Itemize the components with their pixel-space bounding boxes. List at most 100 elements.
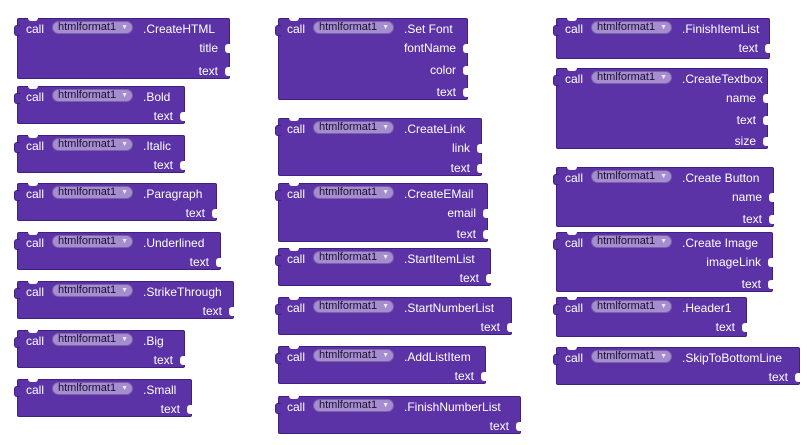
dropdown-arrow-icon: ▼ <box>121 238 129 245</box>
input-socket[interactable] <box>516 422 521 431</box>
param-row-text: text <box>279 83 468 101</box>
component-dropdown[interactable]: htmlformat1 ▼ <box>591 300 673 313</box>
input-socket[interactable] <box>229 307 234 316</box>
component-dropdown[interactable]: htmlformat1 ▼ <box>591 71 673 84</box>
input-socket[interactable] <box>463 88 468 97</box>
call-block-addlistitem[interactable]: call htmlformat1 ▼ .AddListItem text <box>275 346 486 384</box>
input-socket[interactable] <box>180 112 185 121</box>
input-socket[interactable] <box>765 44 770 53</box>
call-block-header1[interactable]: call htmlformat1 ▼ .Header1 text <box>553 297 747 337</box>
call-block-set-font[interactable]: call htmlformat1 ▼ .Set Font fontName color te… <box>275 18 468 101</box>
call-block-startitemlist[interactable]: call htmlformat1 ▼ .StartItemList text <box>275 248 491 286</box>
input-socket[interactable] <box>216 258 221 267</box>
component-dropdown[interactable]: htmlformat1 ▼ <box>313 251 395 264</box>
component-dropdown[interactable]: htmlformat1 ▼ <box>52 284 134 297</box>
input-socket[interactable] <box>180 161 185 170</box>
input-socket[interactable] <box>769 215 774 224</box>
param-label: text <box>189 255 209 269</box>
input-socket[interactable] <box>463 44 468 53</box>
component-dropdown[interactable]: htmlformat1 ▼ <box>52 235 134 248</box>
component-dropdown[interactable]: htmlformat1 ▼ <box>313 121 395 134</box>
input-socket[interactable] <box>180 356 185 365</box>
input-socket[interactable] <box>768 258 773 267</box>
input-socket[interactable] <box>477 144 482 153</box>
param-row-text: text <box>18 156 185 174</box>
component-dropdown[interactable]: htmlformat1 ▼ <box>52 186 134 199</box>
component-dropdown[interactable]: htmlformat1 ▼ <box>52 333 134 346</box>
call-block-createlink[interactable]: call htmlformat1 ▼ .CreateLink link text <box>275 118 482 177</box>
input-socket[interactable] <box>507 323 512 332</box>
block-header: call htmlformat1 ▼ .FinishNumberList <box>279 397 520 415</box>
block-header: call htmlformat1 ▼ .Paragraph <box>18 184 216 202</box>
block-header: call htmlformat1 ▼ .Italic <box>18 136 184 154</box>
input-socket[interactable] <box>795 373 800 382</box>
component-dropdown[interactable]: htmlformat1 ▼ <box>313 349 395 362</box>
component-name: htmlformat1 <box>319 186 378 198</box>
method-name: .StartItemList <box>404 252 475 266</box>
component-dropdown[interactable]: htmlformat1 ▼ <box>591 350 673 363</box>
method-name: .StrikeThrough <box>143 285 222 299</box>
input-socket[interactable] <box>481 372 486 381</box>
component-dropdown[interactable]: htmlformat1 ▼ <box>313 186 395 199</box>
call-block-finishitemlist[interactable]: call htmlformat1 ▼ .FinishItemList text <box>553 18 770 59</box>
call-keyword: call <box>26 90 45 104</box>
call-block-big[interactable]: call htmlformat1 ▼ .Big text <box>14 330 185 368</box>
dropdown-arrow-icon: ▼ <box>382 352 390 359</box>
param-row-text: text <box>557 111 768 129</box>
param-row-text: text <box>557 368 800 386</box>
component-name: htmlformat1 <box>597 21 656 33</box>
call-block-createtextbox[interactable]: call htmlformat1 ▼ .CreateTextbox name text si… <box>553 68 768 149</box>
component-dropdown[interactable]: htmlformat1 ▼ <box>591 235 673 248</box>
param-label: fontName <box>403 41 456 55</box>
dropdown-arrow-icon: ▼ <box>382 24 390 31</box>
call-block-create-image[interactable]: call htmlformat1 ▼ .Create Image imageLink te… <box>553 232 773 292</box>
call-block-skiptobottomline[interactable]: call htmlformat1 ▼ .SkipToBottomLine text <box>553 347 800 386</box>
input-socket[interactable] <box>763 94 768 103</box>
param-row-name: name <box>557 89 768 107</box>
component-dropdown[interactable]: htmlformat1 ▼ <box>52 138 134 151</box>
input-socket[interactable] <box>486 274 491 283</box>
input-socket[interactable] <box>763 116 768 125</box>
call-block-finishnumberlist[interactable]: call htmlformat1 ▼ .FinishNumberList text <box>275 396 521 434</box>
call-block-italic[interactable]: call htmlformat1 ▼ .Italic text <box>14 135 185 174</box>
method-name: .SkipToBottomLine <box>682 351 783 365</box>
call-block-strikethrough[interactable]: call htmlformat1 ▼ .StrikeThrough text <box>14 281 234 319</box>
component-dropdown[interactable]: htmlformat1 ▼ <box>313 300 395 313</box>
param-label: title <box>199 41 218 55</box>
call-block-underlined[interactable]: call htmlformat1 ▼ .Underlined text <box>14 232 221 270</box>
param-label: text <box>742 212 762 226</box>
call-block-create-button[interactable]: call htmlformat1 ▼ .Create Button name text <box>553 167 774 227</box>
input-socket[interactable] <box>769 193 774 202</box>
component-dropdown[interactable]: htmlformat1 ▼ <box>52 89 134 102</box>
input-socket[interactable] <box>768 280 773 289</box>
param-row-name: name <box>557 188 774 206</box>
component-dropdown[interactable]: htmlformat1 ▼ <box>591 170 673 183</box>
call-block-bold[interactable]: call htmlformat1 ▼ .Bold text <box>14 86 185 124</box>
component-dropdown[interactable]: htmlformat1 ▼ <box>52 382 134 395</box>
input-socket[interactable] <box>763 137 768 146</box>
call-block-paragraph[interactable]: call htmlformat1 ▼ .Paragraph text <box>14 183 217 221</box>
input-socket[interactable] <box>187 405 192 414</box>
call-block-createemail[interactable]: call htmlformat1 ▼ .CreateEMail email text <box>275 183 488 242</box>
param-label: text <box>456 227 476 241</box>
input-socket[interactable] <box>483 230 488 239</box>
input-socket[interactable] <box>463 66 468 75</box>
component-dropdown[interactable]: htmlformat1 ▼ <box>313 399 395 412</box>
dropdown-arrow-icon: ▼ <box>121 287 129 294</box>
call-block-startnumberlist[interactable]: call htmlformat1 ▼ .StartNumberList text <box>275 297 512 335</box>
input-socket[interactable] <box>225 67 230 76</box>
param-label: text <box>480 320 500 334</box>
component-dropdown[interactable]: htmlformat1 ▼ <box>313 21 395 34</box>
dropdown-arrow-icon: ▼ <box>382 303 390 310</box>
component-dropdown[interactable]: htmlformat1 ▼ <box>591 21 673 34</box>
param-row-text: text <box>279 159 482 177</box>
input-socket[interactable] <box>212 209 217 218</box>
input-socket[interactable] <box>477 164 482 173</box>
component-dropdown[interactable]: htmlformat1 ▼ <box>52 21 134 34</box>
input-socket[interactable] <box>225 44 230 53</box>
call-block-createhtml[interactable]: call htmlformat1 ▼ .CreateHTML title text <box>14 18 230 79</box>
call-keyword: call <box>287 252 306 266</box>
call-block-small[interactable]: call htmlformat1 ▼ .Small text <box>14 379 192 417</box>
input-socket[interactable] <box>742 323 747 332</box>
input-socket[interactable] <box>483 209 488 218</box>
